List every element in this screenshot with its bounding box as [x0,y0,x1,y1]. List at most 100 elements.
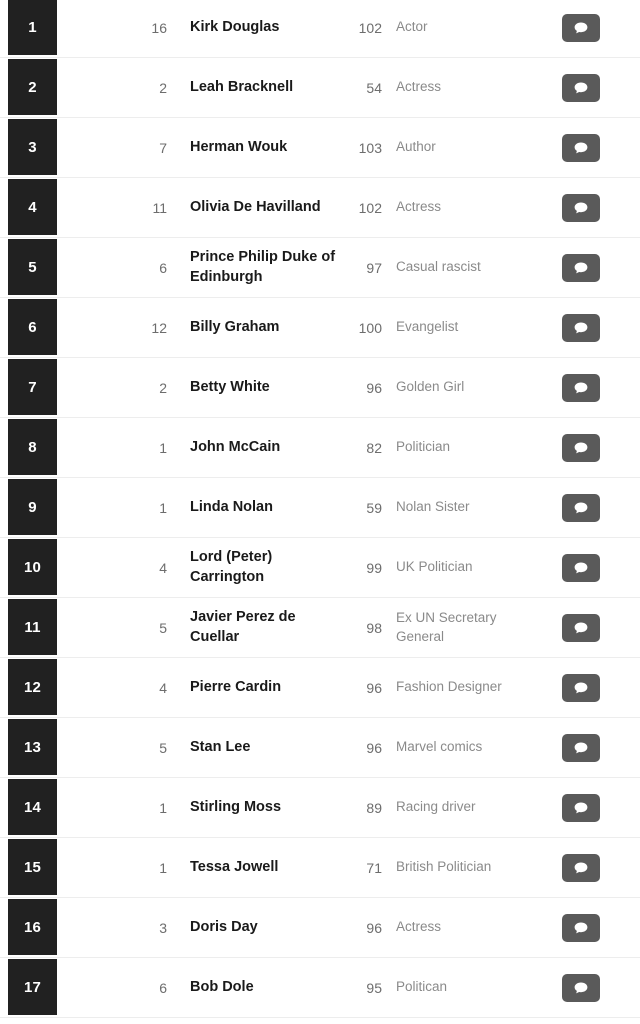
comment-bubble-icon [574,82,588,94]
rank-cell: 1 [0,0,57,57]
count-value: 1 [159,499,167,516]
name-cell: Herman Wouk [167,118,347,177]
name-cell: Stirling Moss [167,778,347,837]
rank-badge: 17 [8,959,57,1015]
count-value: 4 [159,679,167,696]
rank-cell: 6 [0,298,57,357]
action-cell [562,58,640,117]
comment-bubble-icon [574,262,588,274]
comment-button[interactable] [562,313,600,342]
description-text: Racing driver [396,799,476,815]
person-name: Pierre Cardin [190,678,282,695]
comment-button[interactable] [562,733,600,762]
rank-value: 12 [23,678,42,696]
count-cell: 4 [57,538,167,597]
age-cell: 89 [347,778,382,837]
comment-bubble-icon [574,442,588,454]
description-cell: UK Politician [382,538,562,597]
comment-button[interactable] [562,13,600,42]
age-value: 103 [358,139,382,156]
comment-bubble-icon [574,862,588,874]
table-row: 4 11 Olivia De Havilland 102 Actress [0,178,640,238]
description-text: Author [396,139,436,155]
age-cell: 71 [347,838,382,897]
comment-button[interactable] [562,973,600,1002]
description-text: Ex UN Secretary General [396,610,497,644]
rank-value: 15 [23,858,42,876]
action-cell [562,178,640,237]
name-cell: Tessa Jowell [167,838,347,897]
comment-button[interactable] [562,493,600,522]
count-cell: 1 [57,778,167,837]
rank-value: 2 [28,78,37,96]
age-cell: 96 [347,358,382,417]
person-name: John McCain [190,438,281,455]
rank-value: 16 [23,918,42,936]
comment-button[interactable] [562,133,600,162]
description-text: Actress [396,919,442,935]
age-value: 100 [358,319,382,336]
comment-button[interactable] [562,373,600,402]
action-cell [562,778,640,837]
comment-button[interactable] [562,853,600,882]
comment-button[interactable] [562,553,600,582]
age-value: 59 [366,499,382,516]
description-text: Politician [396,439,451,455]
name-cell: Javier Perez de Cuellar [167,598,347,657]
rank-badge: 5 [8,239,57,295]
rank-cell: 16 [0,898,57,957]
person-name: Olivia De Havilland [190,198,321,215]
person-name: Kirk Douglas [190,18,280,35]
count-cell: 1 [57,418,167,477]
comment-button[interactable] [562,73,600,102]
description-text: Golden Girl [396,379,465,395]
description-text: Fashion Designer [396,679,502,695]
action-cell [562,898,640,957]
rank-badge: 1 [8,0,57,55]
description-cell: Racing driver [382,778,562,837]
ranked-list-table: 1 16 Kirk Douglas 102 Actor 2 2 Leah Bracknell 5… [0,0,640,1018]
rank-badge: 10 [8,539,57,595]
description-cell: Politican [382,958,562,1017]
comment-button[interactable] [562,913,600,942]
person-name: Lord (Peter) Carrington [190,548,273,585]
table-row: 16 3 Doris Day 96 Actress [0,898,640,958]
action-cell [562,538,640,597]
age-value: 102 [358,19,382,36]
comment-button[interactable] [562,793,600,822]
comment-button[interactable] [562,613,600,642]
count-value: 5 [159,739,167,756]
table-row: 7 2 Betty White 96 Golden Girl [0,358,640,418]
table-row: 9 1 Linda Nolan 59 Nolan Sister [0,478,640,538]
action-cell [562,658,640,717]
rank-value: 10 [23,558,42,576]
table-row: 8 1 John McCain 82 Politician [0,418,640,478]
person-name: Stan Lee [190,738,251,755]
rank-badge: 3 [8,119,57,175]
comment-button[interactable] [562,673,600,702]
table-row: 1 16 Kirk Douglas 102 Actor [0,0,640,58]
action-cell [562,358,640,417]
count-value: 2 [159,79,167,96]
count-value: 5 [159,619,167,636]
comment-button[interactable] [562,253,600,282]
age-value: 54 [366,79,382,96]
person-name: Javier Perez de Cuellar [190,608,296,645]
comment-button[interactable] [562,433,600,462]
name-cell: Billy Graham [167,298,347,357]
count-cell: 6 [57,238,167,297]
rank-value: 7 [28,378,37,396]
description-text: Marvel comics [396,739,483,755]
age-cell: 96 [347,718,382,777]
rank-value: 6 [28,318,37,336]
comment-bubble-icon [574,682,588,694]
count-value: 7 [159,139,167,156]
comment-button[interactable] [562,193,600,222]
action-cell [562,718,640,777]
age-cell: 103 [347,118,382,177]
description-cell: Fashion Designer [382,658,562,717]
description-cell: Ex UN Secretary General [382,598,562,657]
rank-badge: 8 [8,419,57,475]
rank-badge: 2 [8,59,57,115]
description-cell: British Politician [382,838,562,897]
